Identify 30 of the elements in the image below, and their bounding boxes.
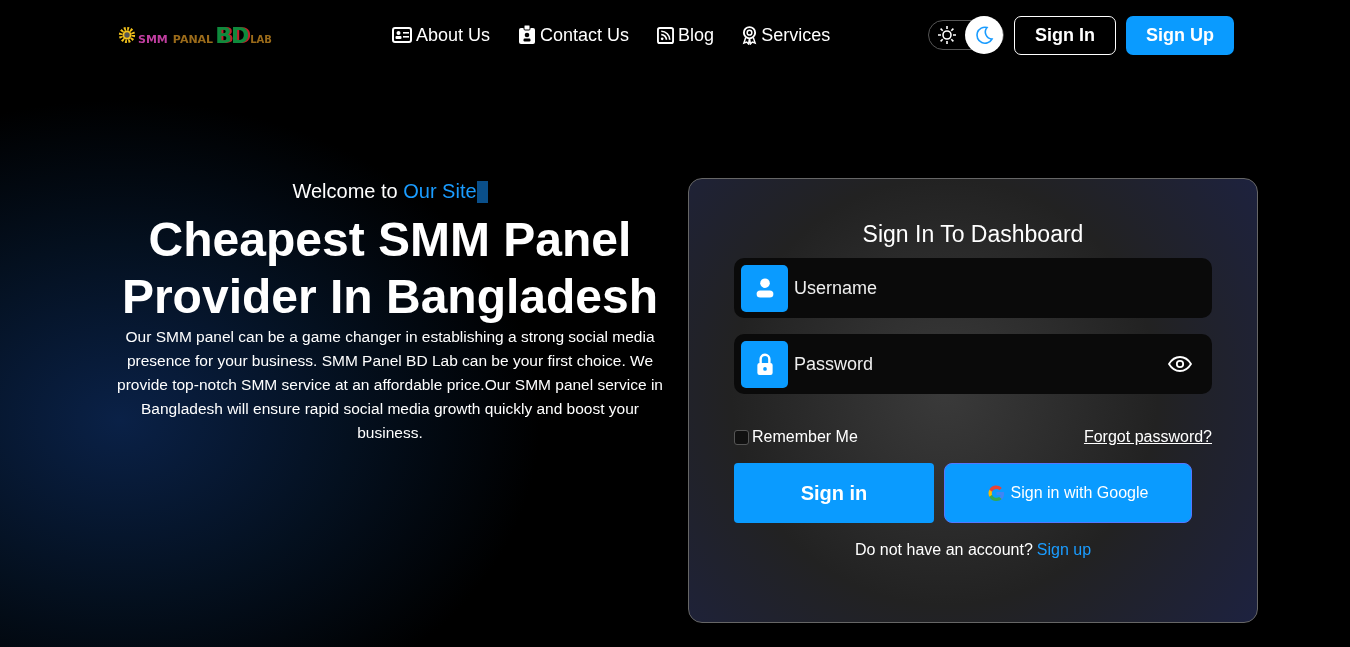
- sign-in-button[interactable]: Sign In: [1014, 15, 1116, 55]
- username-field[interactable]: Username: [734, 258, 1212, 318]
- logo[interactable]: SMM PANAL BD LAB: [118, 22, 378, 48]
- signup-prompt: Do not have an account?: [854, 541, 1033, 559]
- id-card-icon: [392, 27, 412, 43]
- rss-icon: [657, 26, 675, 44]
- user-icon: [741, 264, 788, 312]
- nav-link[interactable]: Contact Us: [518, 24, 630, 46]
- nav-link[interactable]: Blog: [657, 24, 715, 46]
- lock-icon: [741, 340, 788, 388]
- nav-link[interactable]: About Us: [392, 24, 491, 46]
- password-field[interactable]: Password: [734, 334, 1212, 394]
- moon-icon: [965, 16, 1003, 54]
- nav-link[interactable]: Services: [742, 24, 831, 46]
- sign-up-link[interactable]: Sign up: [1036, 541, 1092, 559]
- eye-icon[interactable]: [1168, 356, 1192, 372]
- google-icon: [987, 484, 1005, 502]
- sun-icon: [937, 25, 957, 45]
- hero-title: Cheapest SMM Panel Provider In Bangladesh: [120, 212, 660, 325]
- remember-checkbox[interactable]: [734, 429, 749, 445]
- typing-cursor: [476, 180, 488, 203]
- welcome-highlight: Our Site: [403, 180, 477, 203]
- remember-label: Remember Me: [752, 428, 858, 446]
- hero-description: Our SMM panel can be a game changer in establishing a strong social media presence for your business. SMM Panel BD Lab can be your first choice. We provide top-notch SMM service at an affordable price.Our SMM panel service in Bangladesh will ensure rapid social media growth quickly and boost your business.: [116, 327, 664, 443]
- award-icon: [742, 25, 758, 45]
- id-badge-icon: [518, 25, 537, 45]
- login-title: Sign In To Dashboard: [861, 221, 1085, 248]
- forgot-password-link[interactable]: Forgot password?: [1083, 428, 1212, 446]
- gear-icon: [118, 26, 136, 44]
- welcome-text: Welcome to: [292, 180, 399, 203]
